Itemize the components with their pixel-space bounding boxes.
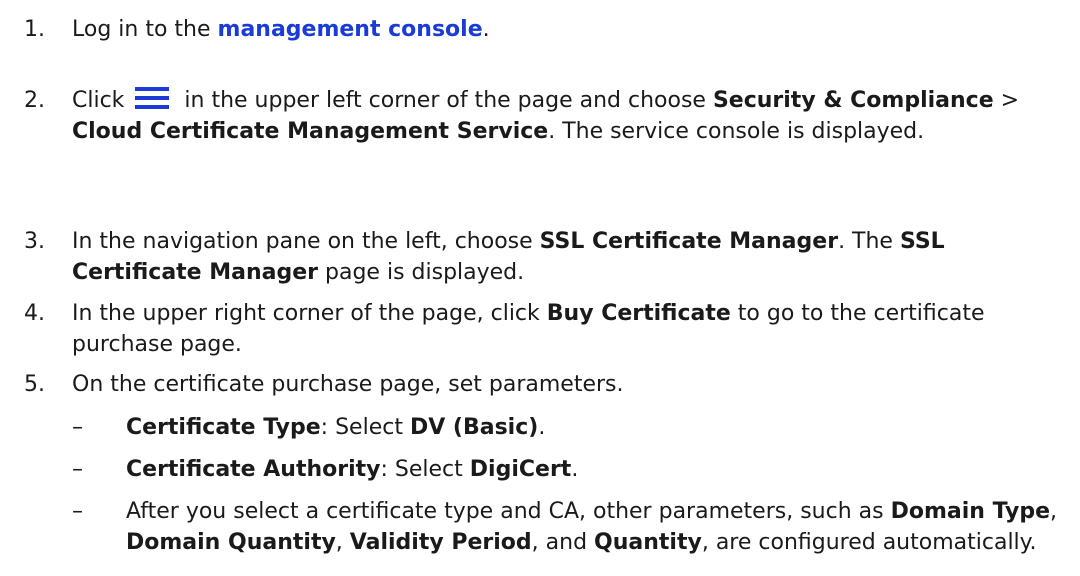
step-number: 3. — [24, 229, 45, 254]
emphasis-term: Buy Certificate — [546, 301, 731, 326]
text-run: : Select — [380, 457, 470, 482]
text-run: . The service console is displayed. — [548, 119, 925, 144]
step-number: 1. — [24, 17, 45, 42]
text-run: : Select — [320, 415, 410, 440]
step-text: Click in the upper left corner of the pa… — [72, 85, 1072, 147]
text-run: In the upper right corner of the page, c… — [72, 301, 547, 326]
step-text: Log in to the management console. — [72, 14, 1072, 45]
sub-item-text: Certificate Authority: Select DigiCert. — [126, 454, 1066, 485]
text-run: . The — [838, 229, 900, 254]
text-run: > — [993, 88, 1020, 113]
text-run: On the certificate purchase page, set pa… — [72, 372, 624, 397]
step-text: In the navigation pane on the left, choo… — [72, 226, 1072, 288]
step-number: 5. — [24, 372, 45, 397]
step-text: In the upper right corner of the page, c… — [72, 298, 1072, 360]
emphasis-term: Certificate Type — [126, 415, 321, 440]
text-run: . — [538, 415, 546, 440]
emphasis-term: Domain Quantity — [126, 530, 336, 555]
emphasis-term: SSL Certificate Manager — [539, 229, 839, 254]
step-text: On the certificate purchase page, set pa… — [72, 369, 1072, 400]
emphasis-term: Quantity — [594, 530, 702, 555]
sub-item-bullet: – — [72, 415, 83, 440]
text-run: , are configured automatically. — [701, 530, 1037, 555]
emphasis-term: Certificate Authority — [126, 457, 381, 482]
sub-item-bullet: – — [72, 499, 83, 524]
step-number: 4. — [24, 301, 45, 326]
text-run: . — [482, 17, 490, 42]
menu-icon — [135, 85, 170, 109]
sub-item-bullet: – — [72, 457, 83, 482]
text-run: . — [571, 457, 579, 482]
emphasis-term: DV (Basic) — [409, 415, 539, 440]
emphasis-term: Domain Type — [890, 499, 1050, 524]
text-run: page is displayed. — [318, 260, 525, 285]
management-console-link[interactable]: management console — [218, 17, 483, 42]
text-run: , and — [531, 530, 595, 555]
emphasis-term: Validity Period — [349, 530, 532, 555]
text-run: in the upper left corner of the page and… — [177, 88, 713, 113]
text-run: Click — [72, 88, 132, 113]
text-run: In the navigation pane on the left, choo… — [72, 229, 540, 254]
text-run: , — [1050, 499, 1057, 524]
emphasis-term: Security & Compliance — [712, 88, 994, 113]
text-run: After you select a certificate type and … — [126, 499, 891, 524]
emphasis-term: DigiCert — [469, 457, 572, 482]
text-run: Log in to the — [72, 17, 218, 42]
emphasis-term: Cloud Certificate Management Service — [72, 119, 549, 144]
sub-item-text: Certificate Type: Select DV (Basic). — [126, 412, 1066, 443]
sub-item-text: After you select a certificate type and … — [126, 496, 1066, 558]
step-number: 2. — [24, 88, 45, 113]
text-run: , — [335, 530, 350, 555]
